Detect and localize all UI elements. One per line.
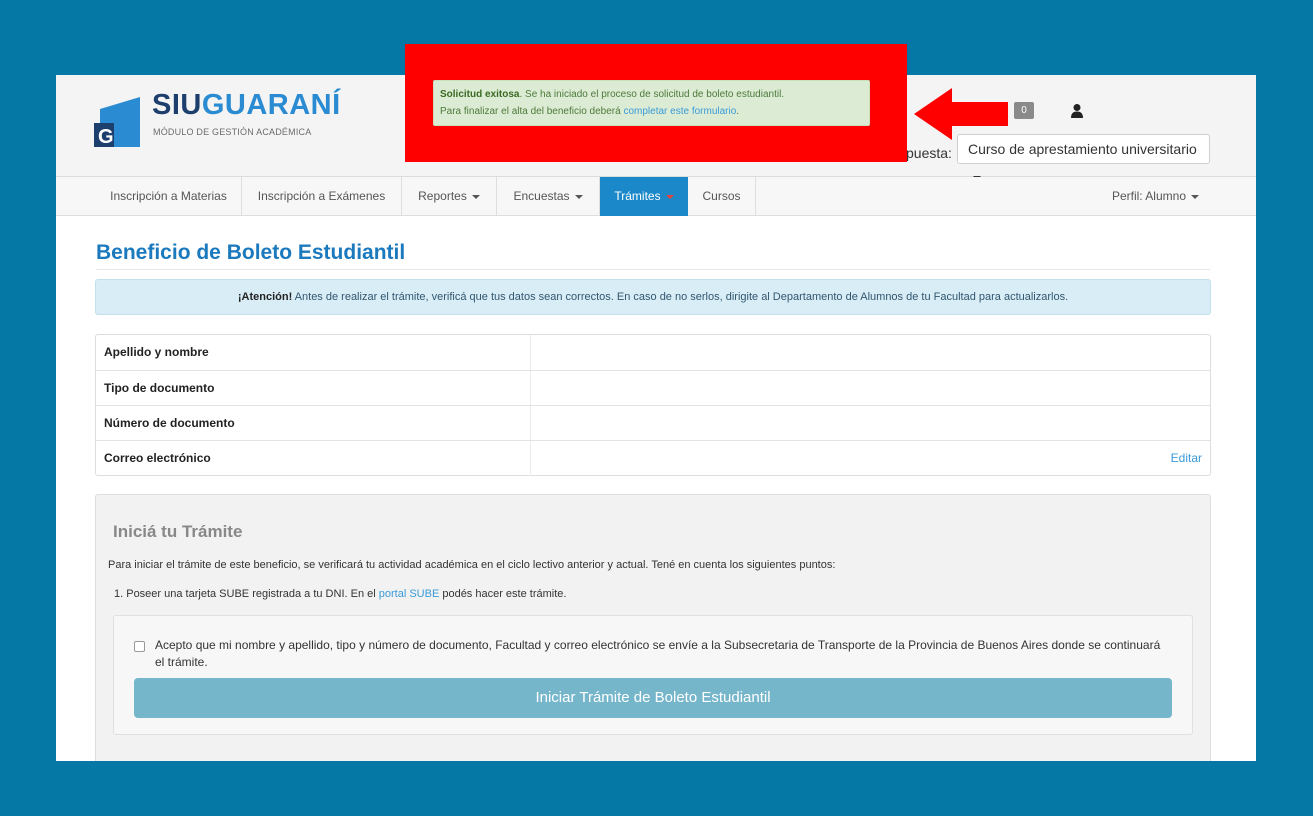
- logo-subtitle: MÓDULO DE GESTIÓN ACADÉMICA: [153, 127, 312, 137]
- success-text-2: Para finalizar el alta del beneficio deb…: [440, 106, 624, 117]
- title-divider: [96, 269, 1210, 270]
- row-label-apellido-nombre: Apellido y nombre: [104, 345, 209, 359]
- nav-tramites[interactable]: Trámites: [600, 177, 688, 216]
- tramite-title: Iniciá tu Trámite: [113, 522, 243, 541]
- success-tail: .: [736, 106, 740, 117]
- alert-bold: ¡Atención!: [237, 291, 293, 303]
- edit-email-link[interactable]: Editar: [1171, 441, 1202, 476]
- alert-text: Antes de realizar el trámite, verificá q…: [292, 291, 1069, 303]
- table-row: Correo electrónico Editar: [96, 440, 1210, 476]
- page-title: Beneficio de Boleto Estudiantil: [96, 241, 406, 264]
- row-label-correo: Correo electrónico: [104, 451, 211, 465]
- user-icon[interactable]: [1070, 103, 1084, 119]
- logo-brand-guarani: GUARANÍ: [201, 89, 341, 121]
- siu-guarani-logo[interactable]: G SIUGUARANÍ MÓDULO DE GESTIÓN ACADÉMICA: [94, 87, 354, 147]
- success-notification: Solicitud exitosa. Se ha iniciado el pro…: [433, 80, 870, 126]
- column-divider: [530, 441, 531, 476]
- table-row: Apellido y nombre: [96, 335, 1210, 370]
- logo-title: SIUGUARANÍ: [152, 89, 341, 122]
- completar-formulario-link[interactable]: completar este formulario: [623, 106, 736, 117]
- logo-mark-letter: G: [98, 126, 114, 147]
- main-navbar: Inscripción a Materias Inscripción a Exá…: [56, 177, 1256, 216]
- nav-inscripcion-examenes[interactable]: Inscripción a Exámenes: [242, 177, 402, 216]
- nav-item-label: Trámites: [614, 189, 661, 203]
- student-data-table: Apellido y nombre Tipo de documento Núme…: [95, 334, 1211, 476]
- nav-item-label: Inscripción a Exámenes: [257, 189, 386, 203]
- chevron-down-icon: [471, 194, 480, 199]
- success-text: . Se ha iniciado el proceso de solicitud…: [519, 89, 785, 100]
- consent-checkbox[interactable]: [134, 641, 145, 652]
- table-row: Número de documento: [96, 405, 1210, 441]
- nav-inscripcion-materias[interactable]: Inscripción a Materias: [96, 177, 242, 216]
- chevron-down-icon: [665, 194, 674, 199]
- column-divider: [530, 371, 531, 406]
- logo-mark-icon: G: [94, 97, 140, 147]
- red-arrow-icon: [914, 88, 1008, 140]
- tramite-description: Para iniciar el trámite de este benefici…: [108, 559, 836, 571]
- chevron-down-icon: [574, 194, 583, 199]
- row-label-tipo-documento: Tipo de documento: [104, 381, 215, 395]
- nav-reportes[interactable]: Reportes: [402, 177, 497, 216]
- chevron-down-icon: [1191, 194, 1199, 199]
- column-divider: [530, 406, 531, 441]
- nav-item-label: Encuestas: [513, 189, 570, 203]
- consent-box: Acepto que mi nombre y apellido, tipo y …: [113, 615, 1193, 735]
- perfil-label: Perfil: Alumno: [1111, 189, 1186, 203]
- tramite-requirement: 1. Poseer una tarjeta SUBE registrada a …: [114, 588, 566, 600]
- propuesta-selected-value: Curso de aprestamiento universitario: [968, 141, 1197, 157]
- logo-brand-siu: SIU: [152, 89, 202, 121]
- iniciar-tramite-button[interactable]: Iniciar Trámite de Boleto Estudiantil: [134, 678, 1172, 718]
- requirement-text-end: podés hacer este trámite.: [439, 588, 567, 600]
- table-row: Tipo de documento: [96, 370, 1210, 406]
- row-label-numero-documento: Número de documento: [104, 416, 235, 430]
- portal-sube-link[interactable]: portal SUBE: [379, 588, 440, 600]
- nav-item-label: Cursos: [702, 189, 741, 203]
- messages-badge[interactable]: 0: [1014, 102, 1034, 119]
- tramite-panel: Iniciá tu Trámite Para iniciar el trámit…: [95, 494, 1211, 761]
- browser-page: G SIUGUARANÍ MÓDULO DE GESTIÓN ACADÉMICA…: [56, 75, 1256, 761]
- success-bold: Solicitud exitosa: [440, 89, 520, 100]
- attention-alert: ¡Atención! Antes de realizar el trámite,…: [95, 279, 1211, 315]
- propuesta-label: puesta:: [906, 145, 952, 161]
- requirement-text: 1. Poseer una tarjeta SUBE registrada a …: [114, 588, 379, 600]
- column-divider: [530, 335, 531, 370]
- perfil-dropdown[interactable]: Perfil: Alumno: [1112, 177, 1199, 216]
- nav-item-label: Inscripción a Materias: [110, 189, 227, 203]
- consent-text: Acepto que mi nombre y apellido, tipo y …: [155, 638, 1161, 669]
- nav-encuestas[interactable]: Encuestas: [497, 177, 600, 216]
- nav-cursos[interactable]: Cursos: [688, 177, 756, 216]
- nav-item-label: Reportes: [418, 189, 467, 203]
